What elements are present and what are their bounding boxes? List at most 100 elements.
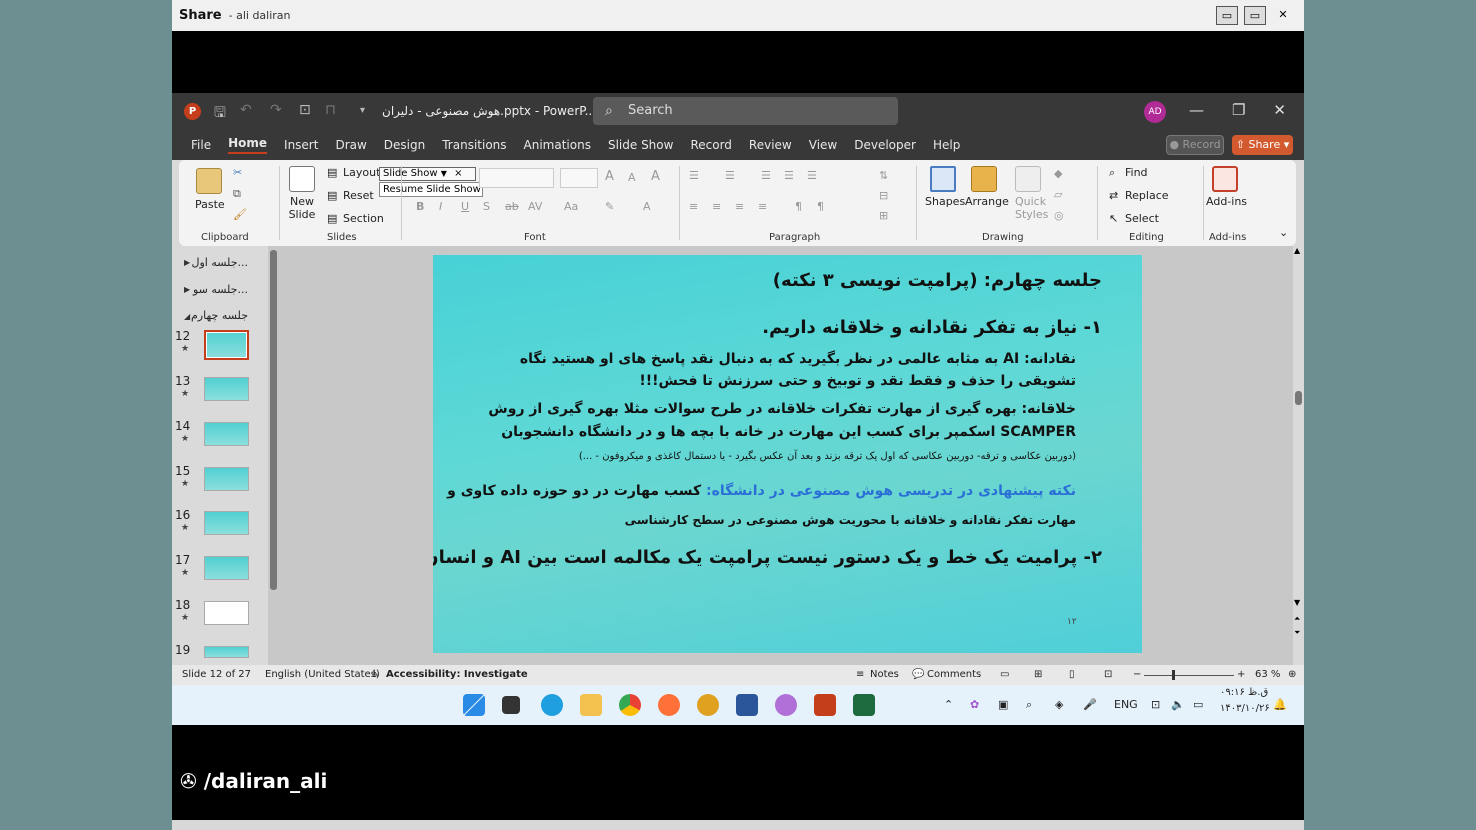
tab-animations[interactable]: Animations bbox=[524, 138, 591, 152]
find-icon[interactable]: ⌕ bbox=[1109, 166, 1115, 180]
layout-single-icon[interactable]: ▭ bbox=[1216, 6, 1238, 25]
section-button[interactable]: Section bbox=[343, 212, 384, 225]
align-left-icon[interactable]: ≡ bbox=[689, 200, 698, 213]
minimize-icon[interactable]: — bbox=[1189, 101, 1204, 119]
thumbnails-scrollbar[interactable] bbox=[270, 250, 277, 590]
close-tooltip-icon[interactable]: × bbox=[454, 168, 462, 179]
smartart-icon[interactable]: ⊞ bbox=[879, 209, 888, 222]
paste-icon[interactable] bbox=[196, 168, 222, 194]
slide-canvas[interactable]: جلسه چهارم: (پرامپت نویسی ۳ نکته) ۱- نیا… bbox=[433, 255, 1142, 653]
cut-icon[interactable]: ✂ bbox=[233, 166, 242, 179]
tab-home[interactable]: Home bbox=[228, 136, 268, 154]
layout-icon[interactable]: ▤ bbox=[327, 166, 337, 179]
select-button[interactable]: Select bbox=[1125, 212, 1159, 225]
zoom-slider-thumb[interactable] bbox=[1172, 670, 1175, 680]
tab-design[interactable]: Design bbox=[384, 138, 425, 152]
copilot-icon[interactable] bbox=[775, 694, 797, 716]
chrome-icon[interactable] bbox=[619, 694, 641, 716]
text-direction-icon[interactable]: ⇅ bbox=[879, 169, 888, 182]
restore-icon[interactable]: ❐ bbox=[1232, 101, 1245, 119]
previous-slide-icon[interactable]: ⏶ bbox=[1294, 614, 1300, 624]
add-ins-icon[interactable] bbox=[1212, 166, 1238, 192]
justify-icon[interactable]: ≡ bbox=[758, 200, 767, 213]
battery-icon[interactable]: ▭ bbox=[1193, 698, 1203, 711]
comments-button[interactable]: Comments bbox=[927, 669, 981, 680]
tray-app-icon[interactable]: ✿ bbox=[970, 698, 979, 711]
close-icon[interactable]: ✕ bbox=[1273, 101, 1286, 119]
search-box[interactable]: ⌕ Search bbox=[593, 97, 898, 125]
section-icon[interactable]: ▤ bbox=[327, 212, 337, 225]
font-color-icon[interactable]: A bbox=[643, 200, 651, 213]
italic-icon[interactable]: I bbox=[439, 200, 442, 213]
slide-thumbnail[interactable] bbox=[204, 467, 249, 491]
slide-thumbnail[interactable] bbox=[204, 646, 249, 658]
avatar[interactable]: AD bbox=[1144, 101, 1166, 123]
tray-app-icon[interactable]: ◈ bbox=[1055, 698, 1063, 711]
rtl-icon[interactable]: ¶ bbox=[795, 200, 802, 213]
clock-date[interactable]: ۱۴۰۳/۱۰/۲۶ bbox=[1220, 703, 1270, 714]
align-right-icon[interactable]: ≡ bbox=[735, 200, 744, 213]
underline-icon[interactable]: U bbox=[461, 200, 469, 213]
tab-developer[interactable]: Developer bbox=[854, 138, 916, 152]
next-slide-icon[interactable]: ⏷ bbox=[1294, 628, 1300, 638]
strikethrough-icon[interactable]: ab bbox=[505, 200, 519, 213]
tab-slide-show[interactable]: Slide Show bbox=[608, 138, 673, 152]
line-spacing-icon[interactable]: ☰ bbox=[807, 169, 817, 182]
share-button[interactable]: ⇧ Share ▾ bbox=[1232, 135, 1293, 155]
redo-icon[interactable]: ↷ bbox=[270, 102, 282, 118]
tab-insert[interactable]: Insert bbox=[284, 138, 318, 152]
section-item[interactable]: جلسه چهارم bbox=[191, 309, 248, 322]
tab-draw[interactable]: Draw bbox=[335, 138, 366, 152]
volume-icon[interactable]: 🔈 bbox=[1171, 698, 1185, 711]
task-view-icon[interactable] bbox=[502, 696, 520, 714]
tab-file[interactable]: File bbox=[191, 138, 211, 152]
slide-thumbnail[interactable] bbox=[204, 511, 249, 535]
slide-show-tooltip[interactable]: Slide Show ▼ × bbox=[379, 167, 476, 181]
customize-qat-icon[interactable]: ▾ bbox=[360, 105, 365, 116]
section-collapsed-icon[interactable]: ▶ bbox=[184, 285, 190, 294]
touch-mode-icon[interactable]: ⊓ bbox=[325, 102, 336, 118]
tab-transitions[interactable]: Transitions bbox=[442, 138, 506, 152]
increase-font-icon[interactable]: A bbox=[605, 169, 614, 184]
word-icon[interactable] bbox=[736, 694, 758, 716]
font-name-input[interactable] bbox=[479, 168, 554, 188]
decrease-font-icon[interactable]: A bbox=[628, 171, 636, 184]
layout-button[interactable]: Layout bbox=[343, 166, 380, 179]
bold-icon[interactable]: B bbox=[416, 200, 424, 213]
network-icon[interactable]: ⊡ bbox=[1151, 698, 1160, 711]
notes-button[interactable]: Notes bbox=[870, 669, 899, 680]
highlight-icon[interactable]: ✎ bbox=[605, 200, 614, 213]
zoom-level[interactable]: 63 % bbox=[1255, 669, 1280, 680]
notification-bell-icon[interactable]: 🔔 bbox=[1273, 698, 1287, 711]
clear-format-icon[interactable]: A bbox=[651, 169, 660, 184]
increase-indent-icon[interactable]: ☰ bbox=[784, 169, 794, 182]
scroll-down-icon[interactable]: ▼ bbox=[1294, 598, 1300, 607]
reset-icon[interactable]: ▤ bbox=[327, 189, 337, 202]
microphone-icon[interactable]: 🎤 bbox=[1083, 698, 1097, 711]
tray-app-icon[interactable]: ⌕ bbox=[1026, 698, 1032, 712]
bullets-icon[interactable]: ☰ bbox=[689, 169, 699, 182]
input-language[interactable]: ENG bbox=[1114, 698, 1138, 711]
replace-button[interactable]: Replace bbox=[1125, 189, 1169, 202]
zoom-out-icon[interactable]: − bbox=[1133, 669, 1141, 680]
slide-scrollbar[interactable]: ▲ ▼ ⏶ ⏷ bbox=[1293, 246, 1304, 665]
present-icon[interactable]: ⊡ bbox=[299, 102, 311, 118]
format-painter-icon[interactable]: 🖌 bbox=[233, 208, 247, 221]
slide-thumbnail-selected[interactable] bbox=[204, 330, 249, 360]
font-size-input[interactable] bbox=[560, 168, 598, 188]
new-slide-icon[interactable] bbox=[289, 166, 315, 192]
slide-thumbnail[interactable] bbox=[204, 601, 249, 625]
shapes-icon[interactable] bbox=[930, 166, 956, 192]
fit-to-window-icon[interactable]: ⊕ bbox=[1288, 669, 1296, 680]
collapse-ribbon-icon[interactable]: ⌄ bbox=[1279, 226, 1288, 239]
align-text-icon[interactable]: ⊟ bbox=[879, 189, 888, 202]
resume-slide-show-tooltip[interactable]: Resume Slide Show bbox=[379, 182, 483, 197]
layout-full-icon[interactable]: ▭ bbox=[1244, 6, 1266, 25]
windows-start-icon[interactable] bbox=[463, 694, 485, 716]
reading-view-icon[interactable]: ▯ bbox=[1069, 669, 1075, 680]
decrease-indent-icon[interactable]: ☰ bbox=[761, 169, 771, 182]
accessibility-status[interactable]: Accessibility: Investigate bbox=[386, 669, 528, 680]
section-item[interactable]: جلسه سو... bbox=[193, 283, 248, 296]
replace-icon[interactable]: ⇄ bbox=[1109, 189, 1118, 202]
section-collapsed-icon[interactable]: ▶ bbox=[184, 258, 190, 267]
